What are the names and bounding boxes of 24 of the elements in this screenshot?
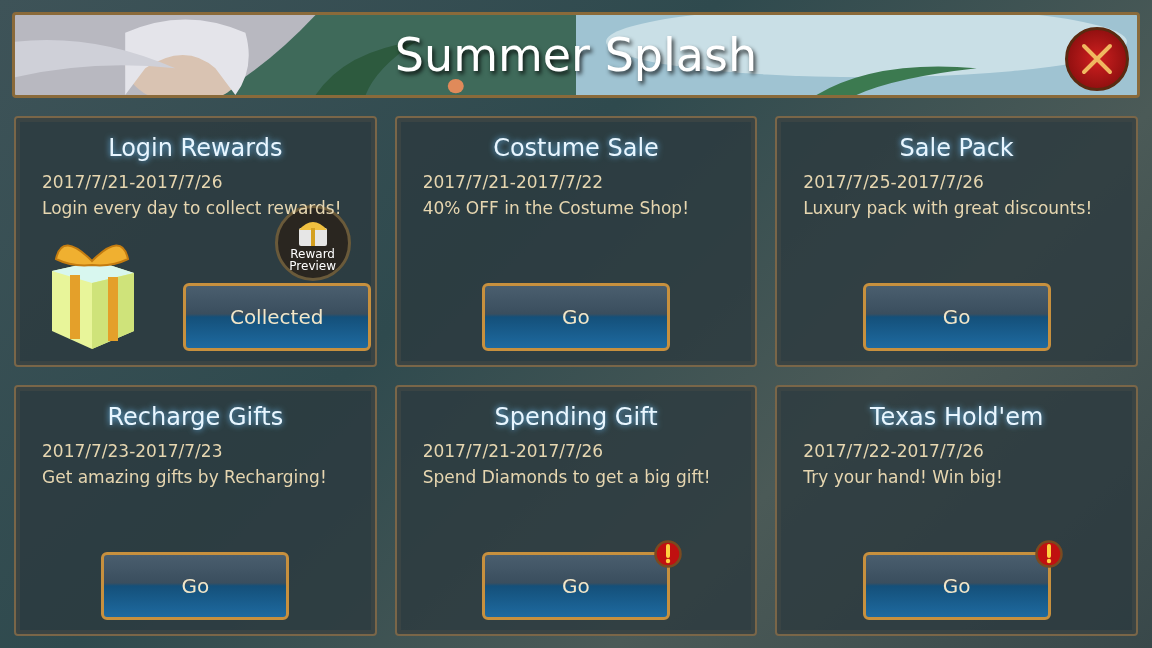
event-description: Try your hand! Win big! <box>803 465 1004 489</box>
date-range: 2017/7/21-2017/7/26 <box>422 440 605 463</box>
date-range: 2017/7/22-2017/7/26 <box>803 440 985 463</box>
event-description: Luxury pack with great discounts! <box>803 196 1094 220</box>
event-description: Get amazing gifts by Recharging! <box>42 465 328 489</box>
event-description: 40% OFF in the Costume Shop! <box>422 196 690 220</box>
go-button[interactable]: Go <box>862 283 1051 351</box>
date-range: 2017/7/21-2017/7/22 <box>422 171 605 194</box>
card-title: Texas Hold'em <box>869 402 1045 433</box>
card-title: Recharge Gifts <box>106 402 285 433</box>
card-title: Sale Pack <box>898 133 1015 164</box>
go-button[interactable]: Go <box>482 283 670 351</box>
card-title: Spending Gift <box>493 402 659 433</box>
date-range: 2017/7/21-2017/7/26 <box>42 171 224 194</box>
go-button[interactable]: Go <box>101 552 290 620</box>
card-title: Login Rewards <box>107 133 284 164</box>
close-icon <box>1080 42 1114 76</box>
card-title: Costume Sale <box>492 133 660 164</box>
go-button[interactable]: Go <box>482 552 670 620</box>
date-range: 2017/7/23-2017/7/23 <box>42 440 224 463</box>
date-range: 2017/7/25-2017/7/26 <box>803 171 985 194</box>
collected-button[interactable]: Collected <box>182 283 371 351</box>
go-button[interactable]: Go <box>862 552 1051 620</box>
event-description: Spend Diamonds to get a big gift! <box>422 465 712 489</box>
